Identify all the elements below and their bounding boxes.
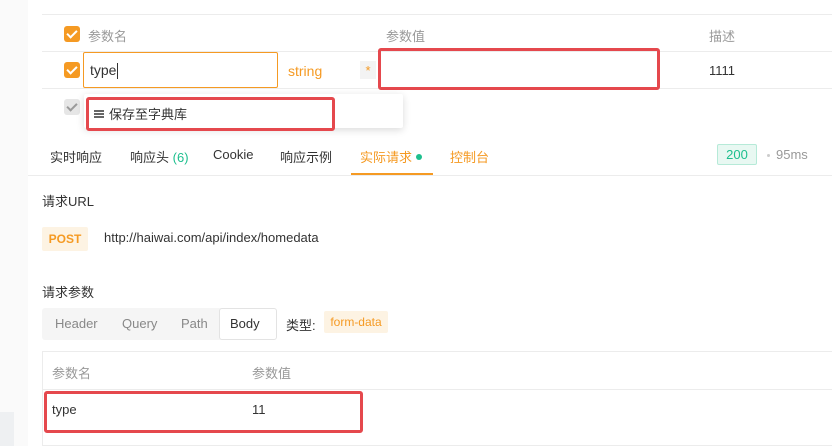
segment-header[interactable]: Header — [55, 316, 98, 331]
tab-response-headers[interactable]: 响应头 (6) — [130, 147, 189, 166]
request-url-title: 请求URL — [42, 194, 95, 209]
tab-response-example[interactable]: 响应示例 — [280, 147, 332, 166]
status-code-badge: 200 — [717, 144, 757, 165]
param-description[interactable]: 1111 — [709, 63, 735, 78]
body-header-value: 参数值 — [252, 366, 292, 381]
row-checkbox[interactable] — [64, 62, 80, 78]
request-params-title: 请求参数 — [42, 285, 95, 300]
left-panel-tab[interactable] — [0, 412, 14, 446]
status-dot-icon — [416, 154, 423, 160]
segment-path[interactable]: Path — [181, 316, 208, 331]
tab-console[interactable]: 控制台 — [450, 147, 489, 166]
body-type-badge: form-data — [324, 311, 388, 333]
response-tabs: 实时响应 响应头 (6) Cookie 响应示例 实际请求 控制台 — [28, 132, 832, 176]
highlight-suggestion — [86, 97, 335, 131]
header-description: 描述 — [709, 29, 736, 44]
body-header-name: 参数名 — [52, 366, 92, 381]
required-toggle[interactable]: * — [360, 61, 376, 79]
tab-cookie[interactable]: Cookie — [213, 147, 253, 162]
header-param-value: 参数值 — [386, 29, 426, 44]
params-segmented-control: Header Query Path Body — [42, 308, 277, 340]
param-type-select[interactable]: string — [288, 63, 322, 79]
body-type-label: 类型: — [286, 318, 316, 333]
tab-realtime-response[interactable]: 实时响应 — [50, 147, 102, 166]
header-param-name: 参数名 — [88, 29, 128, 44]
highlight-param-value — [378, 48, 660, 90]
param-name-input[interactable]: type — [83, 52, 278, 88]
select-all-checkbox[interactable] — [64, 26, 80, 42]
new-row-checkbox[interactable] — [64, 99, 80, 115]
request-url: http://haiwai.com/api/index/homedata — [104, 230, 319, 245]
segment-body[interactable]: Body — [230, 316, 260, 331]
response-time: 95ms — [776, 147, 808, 162]
highlight-body-row — [44, 391, 363, 433]
active-tab-indicator — [351, 173, 433, 175]
tab-actual-request[interactable]: 实际请求 — [360, 147, 423, 166]
segment-query[interactable]: Query — [122, 316, 157, 331]
method-badge: POST — [42, 227, 88, 251]
left-panel-strip — [0, 0, 28, 446]
